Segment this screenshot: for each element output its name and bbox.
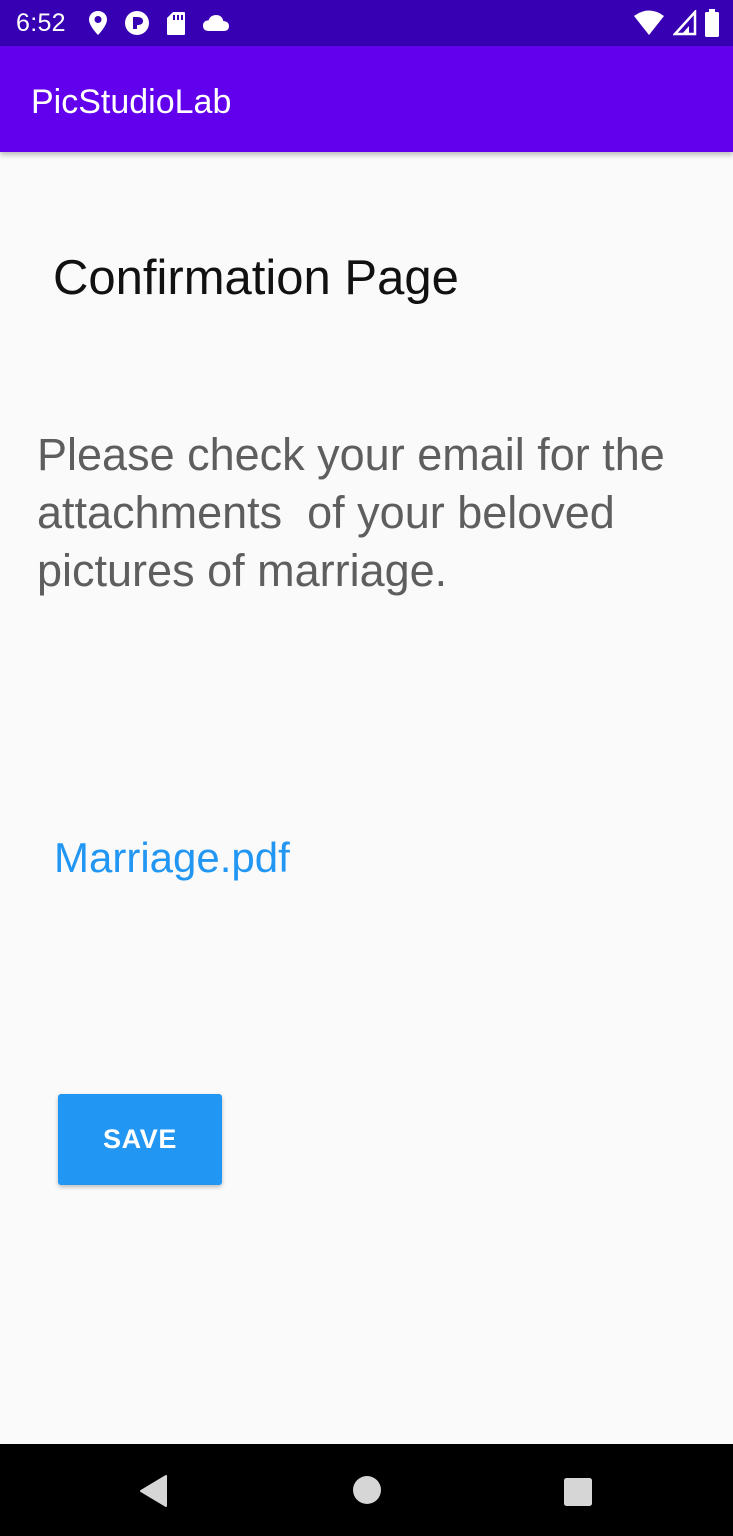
location-icon xyxy=(89,11,107,35)
marriage-pdf-link[interactable]: Marriage.pdf xyxy=(54,832,290,884)
cell-signal-icon xyxy=(673,10,697,36)
status-icons-right xyxy=(633,9,719,37)
recents-icon[interactable] xyxy=(563,1477,593,1507)
home-icon[interactable] xyxy=(352,1475,382,1505)
status-time: 6:52 xyxy=(16,9,66,37)
battery-icon xyxy=(705,9,719,37)
page-title: Confirmation Page xyxy=(53,251,459,305)
status-icons-left xyxy=(88,9,230,37)
data-saver-icon xyxy=(125,11,149,35)
confirmation-message: Please check your email for the attachme… xyxy=(37,429,678,596)
sd-card-icon xyxy=(167,11,185,35)
app-title: PicStudioLab xyxy=(31,83,232,121)
app-bar: PicStudioLab xyxy=(0,46,733,152)
save-button[interactable]: SAVE xyxy=(58,1094,222,1185)
navigation-bar xyxy=(0,1444,733,1536)
cloud-icon xyxy=(203,15,229,31)
back-icon[interactable] xyxy=(139,1474,169,1508)
status-bar: 6:52 xyxy=(0,0,733,46)
wifi-icon xyxy=(634,10,664,35)
